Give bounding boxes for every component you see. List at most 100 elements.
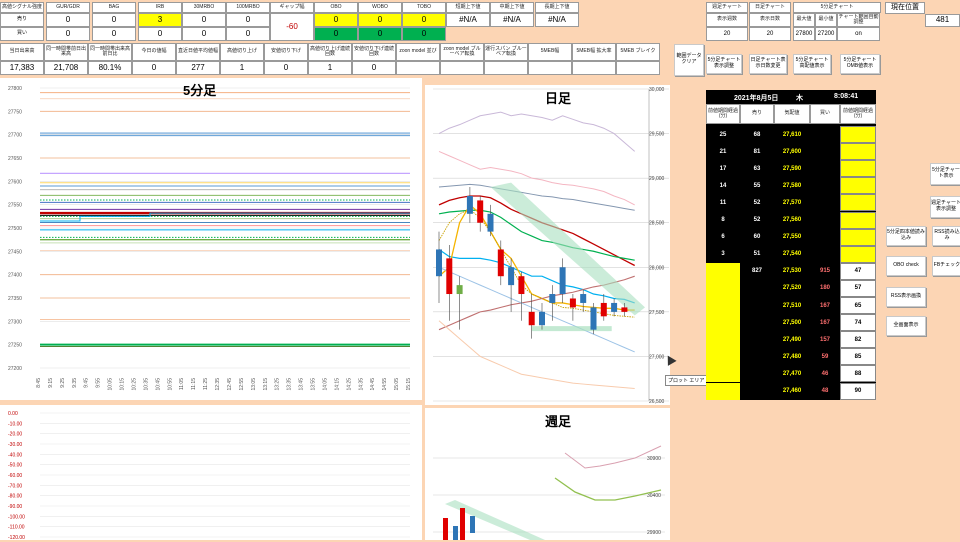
board-time-cell	[706, 314, 740, 332]
signal-header: 長期上下値	[535, 2, 579, 13]
candle-body	[497, 249, 504, 277]
board-weekday: 木	[796, 95, 803, 102]
moving-average-line	[554, 477, 662, 501]
gap-value: -60	[270, 13, 314, 41]
five-min-omb-button[interactable]: 5分足チャートOMB値表示	[840, 54, 880, 74]
board-price-cell: 27,520	[774, 279, 810, 297]
weekly-adjust-button[interactable]: 週足チャート表示調整	[930, 196, 960, 218]
chart-info-subheader: 最大値	[793, 13, 815, 27]
stats-value: 0	[264, 61, 308, 75]
board-time-cell: 17	[706, 160, 740, 178]
candle-body	[580, 294, 587, 303]
board-row: 14 55 27,580	[706, 177, 876, 195]
board-sell-cell	[740, 365, 774, 383]
board-price-cell: 27,500	[774, 314, 810, 332]
stats-value	[396, 61, 440, 75]
x-tick-label: 10:45	[155, 378, 161, 391]
board-time2-cell	[840, 143, 876, 161]
board-time2-cell: 47	[840, 262, 876, 280]
board-column-header: 前値期間経過(分)	[706, 104, 740, 124]
stats-value	[572, 61, 616, 75]
board-row: 17 63 27,590	[706, 160, 876, 178]
board-buy-cell: 167	[810, 297, 840, 314]
board-sell-cell	[740, 348, 774, 366]
range-value: #N/A	[535, 13, 579, 27]
board-time-cell: 25	[706, 126, 740, 143]
buy-signal-value: 0	[182, 27, 226, 41]
board-row: 8 52 27,560	[706, 211, 876, 229]
y-tick-label: 30900	[647, 456, 661, 462]
board-sell-cell: 63	[740, 160, 774, 178]
board-time2-cell	[840, 177, 876, 195]
board-column-header: 気配値	[774, 104, 810, 124]
y-tick-label: 0.00	[8, 411, 18, 417]
daily-chart: 30,00029,50029,00028,50028,00027,50027,0…	[433, 87, 669, 405]
five-min-high-button[interactable]: 5分足チャート高配値表示	[793, 54, 831, 74]
y-tick-label: -50.00	[8, 463, 22, 469]
board-price-cell: 27,570	[774, 194, 810, 212]
five-min-load-button[interactable]: 5分足四本値読み込み	[886, 226, 926, 246]
board-time-cell	[706, 382, 740, 400]
board-time-cell: 14	[706, 177, 740, 195]
board-time: 8:08:41	[834, 93, 859, 100]
board-price-cell: 27,610	[774, 126, 810, 143]
obo-check-button[interactable]: OBO check	[886, 256, 926, 276]
y-tick-label: 27500	[8, 226, 22, 232]
signal-header: 中期上下値	[490, 2, 534, 13]
y-tick-label: 29,500	[649, 132, 665, 138]
board-price-cell: 27,470	[774, 365, 810, 383]
board-sell-cell	[740, 314, 774, 332]
candle-body	[539, 311, 545, 326]
y-tick-label: 30,000	[649, 87, 665, 93]
fb-check-button[interactable]: FBチェック	[932, 256, 960, 276]
board-sell-cell: 827	[740, 262, 774, 280]
candle-body	[466, 195, 473, 214]
x-tick-label: 11:15	[191, 378, 197, 390]
rss-load-button[interactable]: RSS読み込み	[932, 226, 960, 246]
board-price-cell: 27,460	[774, 382, 810, 400]
x-tick-label: 9:15	[48, 378, 54, 388]
obo-sell-value: 0	[314, 13, 358, 27]
buy-signal-value: 0	[138, 27, 182, 41]
candle-body	[621, 307, 628, 312]
weekly-chart-panel: 30900 30400 29900 週足	[425, 408, 670, 540]
board-row: 11 52 27,570	[706, 194, 876, 212]
signal-header: 短期上下値	[446, 2, 490, 13]
moving-average-line	[438, 111, 636, 152]
board-time-cell	[706, 331, 740, 349]
chart-info-header: 5分足チャート	[793, 2, 881, 13]
stats-header: 高値切り上げ	[220, 43, 264, 61]
five-min-adjust-button[interactable]: 5分足チャート表示調整	[706, 54, 742, 74]
x-tick-label: 10:35	[143, 378, 149, 391]
y-tick-label: -30.00	[8, 442, 22, 448]
y-tick-label: -70.00	[8, 483, 22, 489]
candle-body	[446, 258, 453, 295]
board-row: 3 51 27,540	[706, 245, 876, 263]
x-tick-label: 13:55	[311, 378, 317, 391]
y-tick-label: 27300	[8, 319, 22, 325]
stats-value: 21,708	[44, 61, 88, 75]
obo-sell-value: 0	[358, 13, 402, 27]
x-tick-label: 14:45	[370, 378, 376, 391]
signal-header: BAG	[92, 2, 136, 13]
board-time-cell	[706, 279, 740, 297]
board-buy-cell: 180	[810, 279, 840, 297]
x-tick-label: 9:25	[60, 378, 66, 388]
stats-value: 80.1%	[88, 61, 132, 75]
clear-data-button[interactable]: 範囲データクリア	[674, 44, 704, 76]
chart-info-value: 27800	[793, 27, 815, 41]
board-time2-cell: 57	[840, 279, 876, 297]
board-buy-cell	[810, 126, 840, 143]
x-tick-label: 14:55	[382, 378, 388, 391]
rss-display-button[interactable]: RSS表示画換	[886, 287, 926, 307]
daily-days-button[interactable]: 日足チャート表示日数変更	[749, 54, 787, 74]
chart-info-subheader: 表示日数	[749, 13, 791, 27]
fullscreen-button[interactable]: 全画面表示	[886, 316, 926, 336]
board-buy-cell: 915	[810, 262, 840, 280]
stats-value: 1	[220, 61, 264, 75]
five-min-show-button[interactable]: 5分足チャート表示	[930, 163, 960, 185]
candle-body	[590, 307, 597, 330]
obo-buy-value: 0	[314, 27, 358, 41]
y-tick-label: 27650	[8, 156, 22, 162]
stats-value: 0	[132, 61, 176, 75]
